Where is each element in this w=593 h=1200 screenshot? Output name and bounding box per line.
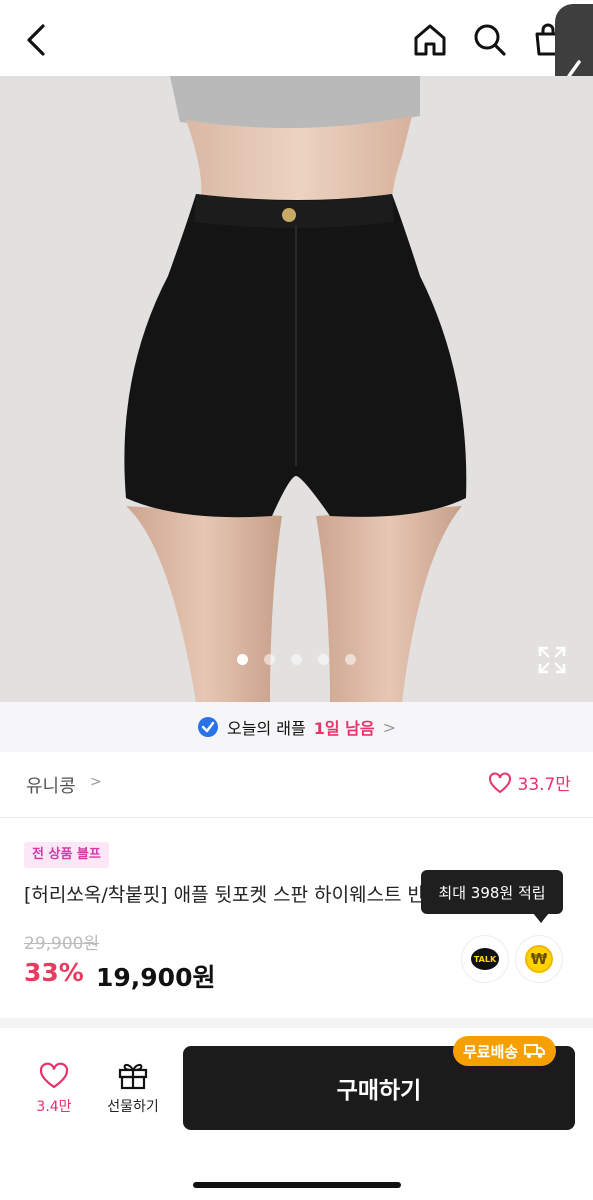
- won-coin-icon: ₩: [525, 945, 553, 973]
- original-price: 29,900원: [24, 934, 100, 954]
- search-icon[interactable]: [466, 18, 514, 62]
- home-indicator: [193, 1182, 401, 1188]
- top-navigation-bar: [0, 0, 593, 76]
- heart-icon: [488, 771, 511, 793]
- brand-row: 유니콩 > 33.7만: [0, 752, 593, 818]
- discount-rate: 33%: [24, 958, 84, 987]
- promo-tag: 전 상품 블프: [24, 842, 109, 868]
- chevron-right-icon: >: [90, 774, 102, 790]
- wishlist-button[interactable]: 3.4만: [24, 1062, 84, 1116]
- sale-price: 19,900원: [96, 963, 216, 992]
- gift-button[interactable]: 선물하기: [96, 1060, 170, 1116]
- wishlist-count: 3.4만: [36, 1099, 72, 1115]
- chevron-right-icon: >: [382, 717, 396, 737]
- raffle-banner[interactable]: 오늘의 래플 1일 남음 >: [0, 702, 593, 752]
- carousel-dot[interactable]: [291, 654, 302, 665]
- fullscreen-expand-icon[interactable]: [536, 644, 568, 676]
- raffle-remaining: 1일 남음: [313, 719, 375, 738]
- points-button[interactable]: ₩: [516, 936, 562, 982]
- product-image-carousel[interactable]: [0, 76, 593, 702]
- carousel-indicator: [0, 654, 593, 674]
- bottom-action-bar: 3.4만 선물하기 구매하기 무료배송: [0, 1030, 593, 1200]
- gift-label: 선물하기: [107, 1099, 159, 1115]
- free-shipping-badge: 무료배송: [453, 1036, 557, 1066]
- carousel-dot[interactable]: [318, 654, 329, 665]
- carousel-dot-active[interactable]: [237, 654, 248, 665]
- carousel-dot[interactable]: [264, 654, 275, 665]
- brand-name-link[interactable]: 유니콩: [26, 772, 76, 798]
- heart-icon: [39, 1062, 69, 1089]
- delivery-truck-icon: [524, 1044, 546, 1058]
- home-icon[interactable]: [406, 18, 454, 62]
- carousel-dot[interactable]: [345, 654, 356, 665]
- brand-like-count: 33.7만: [517, 775, 572, 795]
- product-photo: [0, 76, 593, 702]
- raffle-label: 오늘의 래플: [227, 719, 306, 738]
- back-chevron-icon[interactable]: [16, 18, 56, 62]
- talk-icon: TALK: [471, 948, 499, 970]
- gift-icon: [118, 1063, 148, 1090]
- points-tooltip: 최대 398원 적립: [421, 870, 563, 923]
- brand-like-button[interactable]: 33.7만: [488, 770, 572, 795]
- free-shipping-label: 무료배송: [463, 1042, 519, 1061]
- verified-badge-icon: [198, 717, 219, 737]
- section-divider: [0, 1018, 593, 1028]
- kakao-talk-button[interactable]: TALK: [462, 936, 508, 982]
